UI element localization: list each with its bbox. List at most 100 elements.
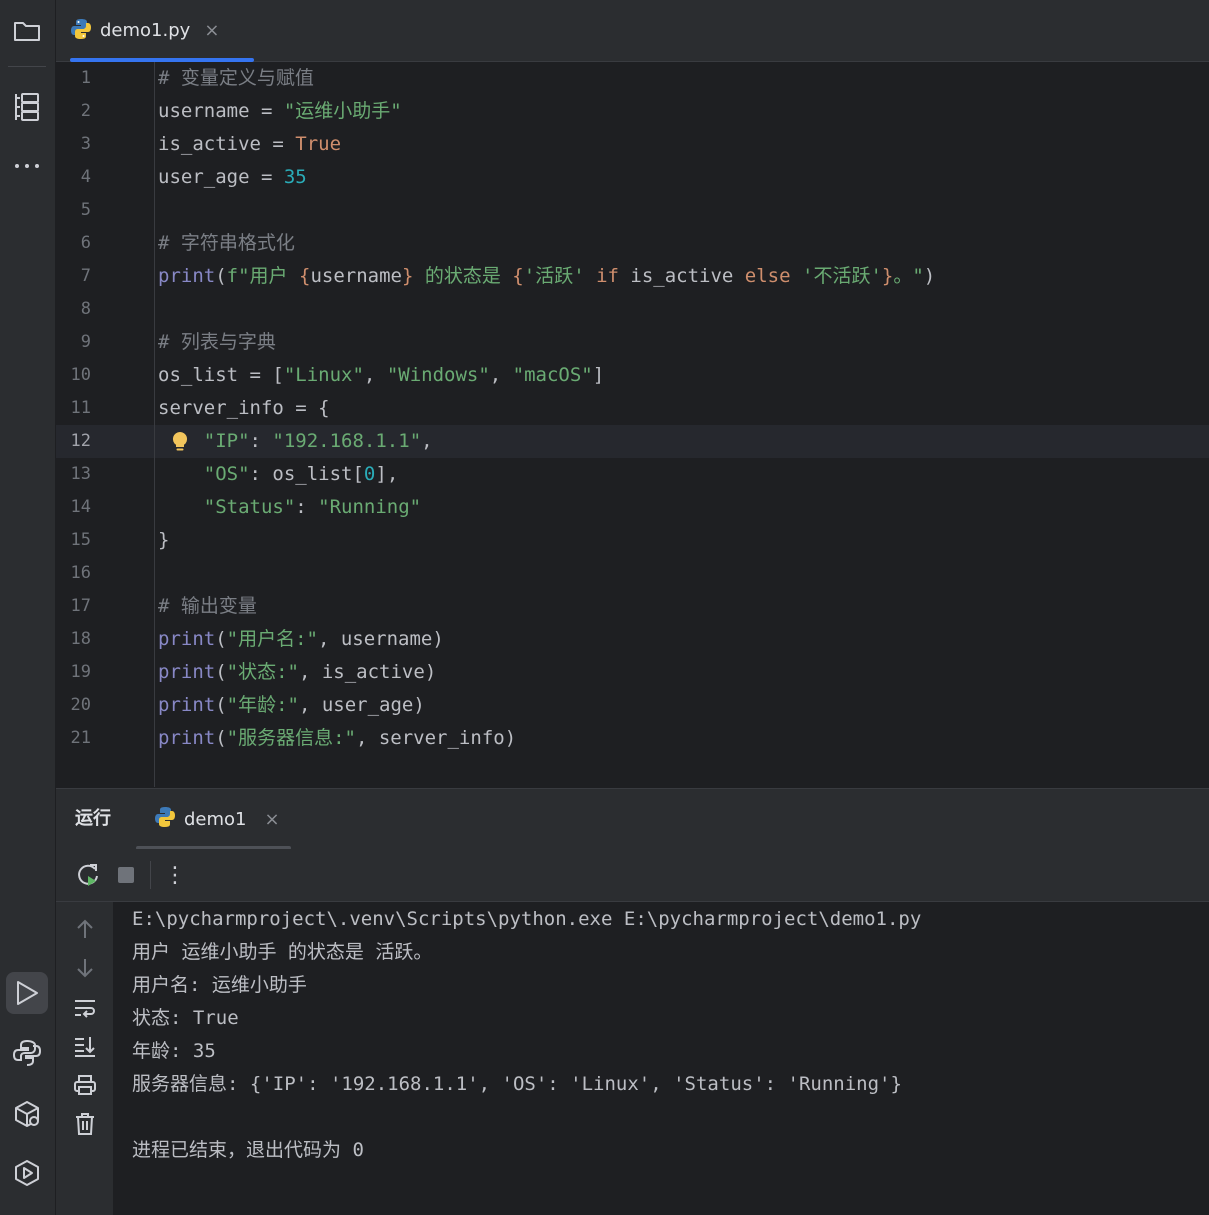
python-console-icon[interactable] [6, 1032, 48, 1074]
run-tab-label: demo1 [184, 808, 247, 830]
code-token: print [158, 628, 216, 650]
code-token: '活跃' [523, 265, 585, 287]
code-line[interactable]: 10 os_list = ["Linux", "Windows", "macOS"… [56, 359, 1209, 392]
code-line[interactable]: 12 "IP": "192.168.1.1", [56, 425, 1209, 458]
code-line[interactable]: 20 print("年龄:", user_age) [56, 689, 1209, 722]
code-token: else [733, 265, 802, 287]
code-line[interactable]: 6 # 字符串格式化 [56, 227, 1209, 260]
line-number: 10 [70, 365, 91, 385]
code-text: } [158, 524, 169, 557]
code-line[interactable]: 18 print("用户名:", username) [56, 623, 1209, 656]
code-line[interactable]: 9 # 列表与字典 [56, 326, 1209, 359]
sidebar-divider [8, 66, 46, 67]
code-token: ) [923, 265, 936, 287]
line-number: 11 [70, 398, 91, 418]
code-editor[interactable]: 1 # 变量定义与赋值 2 username = "运维小助手" 3 is_active … [56, 62, 1209, 787]
code-token: ( [215, 265, 227, 287]
code-text: "IP": "192.168.1.1", [158, 425, 433, 458]
code-token: ( [215, 628, 227, 650]
code-line[interactable]: 8 [56, 293, 1209, 326]
intention-bulb-icon[interactable] [170, 430, 190, 454]
code-token: , server_info) [355, 727, 517, 749]
line-number: 8 [80, 299, 91, 319]
code-line[interactable]: 3 is_active = True [56, 128, 1209, 161]
code-text: # 变量定义与赋值 [158, 62, 314, 95]
console-line: 用户名: 运维小助手 [132, 974, 307, 996]
python-packages-icon[interactable] [6, 1093, 48, 1135]
run-tab-demo1[interactable]: demo1 × [154, 789, 280, 849]
code-line[interactable]: 5 [56, 194, 1209, 227]
code-line[interactable]: 1 # 变量定义与赋值 [56, 62, 1209, 95]
code-line[interactable]: 2 username = "运维小助手" [56, 95, 1209, 128]
code-text: "Status": "Running" [158, 491, 421, 524]
line-number: 4 [80, 167, 91, 187]
code-token: 。" [893, 265, 924, 287]
console-line: 用户 运维小助手 的状态是 活跃。 [132, 941, 433, 963]
code-token: 0 [363, 463, 376, 485]
code-token: ] [592, 364, 605, 386]
code-text: print(f"用户 {username} 的状态是 {'活跃' if is_a… [158, 260, 935, 293]
code-token: True [295, 133, 342, 155]
code-line[interactable]: 17 # 输出变量 [56, 590, 1209, 623]
code-text: username = "运维小助手" [158, 95, 402, 128]
code-token: "IP" [203, 430, 250, 452]
code-line[interactable]: 14 "Status": "Running" [56, 491, 1209, 524]
editor-tab-demo1[interactable]: demo1.py × [70, 0, 254, 62]
close-run-tab-icon[interactable]: × [265, 809, 280, 830]
code-token: "Running" [318, 496, 422, 518]
code-text: print("服务器信息:", server_info) [158, 722, 516, 755]
code-text: print("状态:", is_active) [158, 656, 436, 689]
structure-icon[interactable] [6, 86, 48, 128]
code-line[interactable]: 19 print("状态:", is_active) [56, 656, 1209, 689]
console-line: 年龄: 35 [132, 1040, 216, 1062]
code-token: "Windows" [386, 364, 490, 386]
clear-all-icon[interactable] [72, 1111, 98, 1137]
line-number: 14 [70, 497, 91, 517]
run-tool-icon[interactable] [6, 972, 48, 1014]
console-output[interactable]: E:\pycharmproject\.venv\Scripts\python.e… [113, 902, 1209, 1215]
close-tab-icon[interactable]: × [204, 20, 219, 41]
code-token: 35 [283, 166, 307, 188]
code-line[interactable]: 13 "OS": os_list[0], [56, 458, 1209, 491]
line-number: 2 [80, 101, 91, 121]
line-number: 6 [80, 233, 91, 253]
code-text: os_list = ["Linux", "Windows", "macOS"] [158, 359, 604, 392]
gutter-divider [154, 62, 155, 787]
project-folder-icon[interactable] [6, 10, 48, 52]
services-icon[interactable] [6, 1152, 48, 1194]
code-text: server_info = { [158, 392, 330, 425]
code-text: print("用户名:", username) [158, 623, 444, 656]
code-line[interactable]: 21 print("服务器信息:", server_info) [56, 722, 1209, 755]
code-token: 的状态是 [413, 265, 513, 287]
soft-wrap-icon[interactable] [72, 995, 98, 1021]
editor-tab-label: demo1.py [100, 20, 191, 41]
scroll-to-end-icon[interactable] [72, 1033, 98, 1059]
code-token: print [158, 265, 216, 287]
code-text: user_age = 35 [158, 161, 307, 194]
more-icon[interactable] [6, 145, 48, 187]
code-token: } [158, 529, 170, 551]
scroll-up-icon[interactable] [72, 916, 98, 942]
more-options-icon[interactable]: ⋮ [162, 862, 188, 888]
print-icon[interactable] [72, 1072, 98, 1098]
code-line[interactable]: 7 print(f"用户 {username} 的状态是 {'活跃' if is_… [56, 260, 1209, 293]
code-token: # 列表与字典 [158, 331, 276, 353]
code-line[interactable]: 15} [56, 524, 1209, 557]
code-token: os_list = [ [158, 364, 284, 386]
code-token: "状态:" [226, 661, 299, 683]
code-token: : [249, 430, 273, 452]
code-line[interactable]: 16 [56, 557, 1209, 590]
run-panel-header: 运行 demo1 × [56, 788, 1209, 850]
rerun-icon[interactable] [75, 862, 101, 888]
code-token: username = [158, 100, 284, 122]
code-text: # 输出变量 [158, 590, 257, 623]
run-panel-title: 运行 [75, 808, 111, 829]
code-line[interactable]: 11 server_info = { [56, 392, 1209, 425]
tool-window-sidebar [0, 0, 56, 1215]
line-number: 13 [70, 464, 91, 484]
code-line[interactable]: 4 user_age = 35 [56, 161, 1209, 194]
code-token: "运维小助手" [283, 100, 402, 122]
stop-icon[interactable] [113, 862, 139, 888]
scroll-down-icon[interactable] [72, 955, 98, 981]
